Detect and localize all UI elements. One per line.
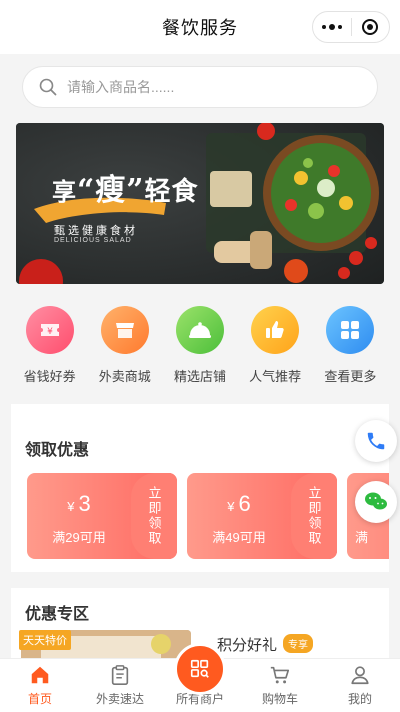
- store-search-icon: [174, 643, 226, 695]
- coupon-condition: 满29可用: [52, 530, 106, 545]
- coupon-icon: ¥: [25, 306, 74, 354]
- coupon-amount: ¥6: [227, 491, 251, 516]
- tab-label: 首页: [27, 692, 52, 706]
- coupon-condition: 满: [355, 530, 369, 545]
- tab-label: 外卖速达: [95, 692, 144, 706]
- tab-profile[interactable]: 我的: [320, 659, 400, 712]
- tab-all-merchants[interactable]: 所有商户: [160, 643, 240, 712]
- mini-program-capsule: [312, 11, 390, 43]
- promo-item-name[interactable]: 积分好礼: [217, 634, 277, 655]
- grid-icon: [326, 306, 375, 354]
- coupon-card[interactable]: ¥3 满29可用 立即领取: [27, 473, 177, 559]
- phone-icon: [367, 432, 385, 450]
- tab-takeout[interactable]: 外卖速达: [80, 659, 160, 712]
- coupon-amount: ¥3: [67, 491, 91, 516]
- page-title: 餐饮服务: [162, 18, 238, 38]
- category-label: 查看更多: [324, 369, 377, 384]
- banner-subtitle: 甄选健康食材: [54, 225, 138, 237]
- cart-icon: [270, 666, 290, 684]
- more-menu-icon[interactable]: [313, 24, 351, 30]
- category-label: 精选店铺: [173, 369, 226, 384]
- banner-headline: 享“瘦”轻食: [52, 173, 199, 208]
- tab-cart[interactable]: 购物车: [240, 659, 320, 712]
- wechat-icon: [365, 492, 387, 510]
- category-coupons[interactable]: ¥ 省钱好券: [15, 306, 85, 390]
- tab-label: 购物车: [261, 692, 298, 706]
- close-target-icon[interactable]: [352, 19, 390, 35]
- home-icon: [31, 666, 49, 684]
- cloche-icon: [175, 306, 224, 354]
- category-grid: ¥ 省钱好券 外卖商城 精选店铺 人气推荐 查看更多: [0, 306, 400, 390]
- category-label: 省钱好券: [23, 369, 76, 384]
- claim-coupon-button[interactable]: 立即领取: [291, 473, 337, 559]
- category-view-more[interactable]: 查看更多: [315, 306, 385, 390]
- tab-home[interactable]: 首页: [0, 659, 80, 712]
- user-icon: [351, 666, 369, 685]
- wechat-button[interactable]: [355, 481, 397, 523]
- section-title: 优惠专区: [25, 606, 90, 623]
- category-label: 人气推荐: [249, 369, 302, 384]
- category-label: 外卖商城: [98, 369, 151, 384]
- section-title: 领取优惠: [25, 442, 90, 459]
- search-bar[interactable]: [22, 66, 378, 108]
- shop-icon: [100, 306, 149, 354]
- coupon-section: 领取优惠 ¥3 满29可用 立即领取 ¥6 满49可用 立即领取 满: [11, 404, 389, 572]
- category-popular[interactable]: 人气推荐: [240, 306, 310, 390]
- category-takeout-mall[interactable]: 外卖商城: [90, 306, 160, 390]
- search-input[interactable]: [67, 79, 347, 95]
- top-navigation-bar: 餐饮服务: [0, 0, 400, 54]
- coupon-card[interactable]: ¥6 满49可用 立即领取: [187, 473, 337, 559]
- banner-subtitle-en: DELICIOUS SALAD: [54, 237, 132, 244]
- thumbs-up-icon: [251, 306, 300, 354]
- coupon-list: ¥3 满29可用 立即领取 ¥6 满49可用 立即领取 满: [27, 473, 389, 559]
- daily-deal-tag: 天天特价: [19, 630, 71, 650]
- svg-text:¥: ¥: [47, 327, 53, 337]
- exclusive-badge: 专享: [283, 634, 313, 653]
- claim-coupon-button[interactable]: 立即领取: [131, 473, 177, 559]
- promo-banner[interactable]: 享“瘦”轻食 甄选健康食材 DELICIOUS SALAD: [16, 123, 384, 284]
- bottom-tab-bar: 首页 外卖速达 所有商户 购物车 我的: [0, 643, 400, 712]
- call-button[interactable]: [355, 420, 397, 462]
- tab-label: 我的: [347, 692, 372, 706]
- clipboard-icon: [111, 665, 129, 685]
- coupon-condition: 满49可用: [212, 530, 266, 545]
- search-icon: [39, 78, 57, 96]
- category-featured-stores[interactable]: 精选店铺: [165, 306, 235, 390]
